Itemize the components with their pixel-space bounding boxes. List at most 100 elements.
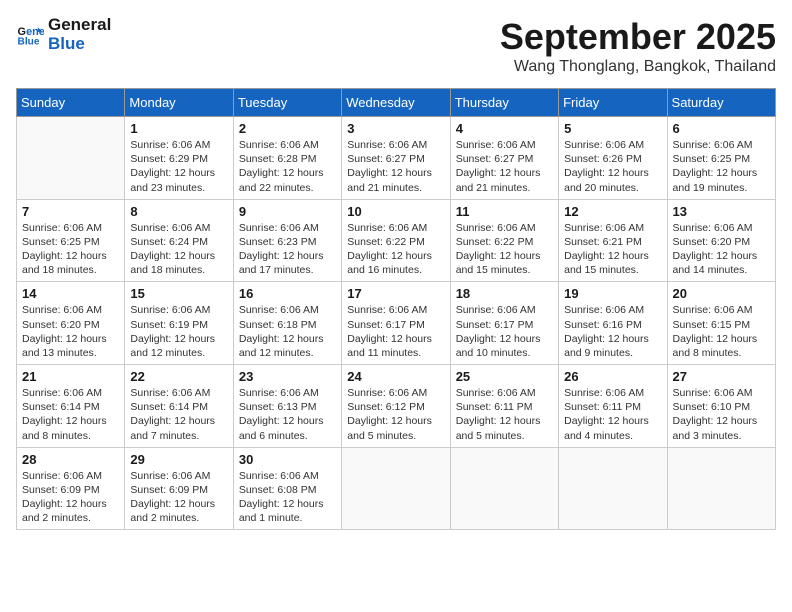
day-number: 23 — [239, 369, 336, 384]
calendar-cell: 5 Sunrise: 6:06 AM Sunset: 6:26 PM Daylig… — [559, 117, 667, 200]
day-info: Sunrise: 6:06 AM Sunset: 6:22 PM Dayligh… — [456, 221, 553, 278]
day-info: Sunrise: 6:06 AM Sunset: 6:25 PM Dayligh… — [22, 221, 119, 278]
weekday-header-tuesday: Tuesday — [233, 89, 341, 117]
day-number: 15 — [130, 286, 227, 301]
calendar-cell — [342, 447, 450, 530]
calendar-cell: 20 Sunrise: 6:06 AM Sunset: 6:15 PM Dayli… — [667, 282, 775, 365]
calendar-cell: 18 Sunrise: 6:06 AM Sunset: 6:17 PM Dayli… — [450, 282, 558, 365]
calendar-week-3: 14Sunrise: 6:06 AM Sunset: 6:20 PM Dayli… — [17, 282, 776, 365]
calendar-cell: 15 Sunrise: 6:06 AM Sunset: 6:19 PM Dayli… — [125, 282, 233, 365]
calendar-week-4: 21 Sunrise: 6:06 AM Sunset: 6:14 PM Dayli… — [17, 365, 776, 448]
calendar-cell — [559, 447, 667, 530]
weekday-header-row: SundayMondayTuesdayWednesdayThursdayFrid… — [17, 89, 776, 117]
day-number: 25 — [456, 369, 553, 384]
calendar-week-2: 7Sunrise: 6:06 AM Sunset: 6:25 PM Daylig… — [17, 199, 776, 282]
weekday-header-monday: Monday — [125, 89, 233, 117]
calendar-week-5: 28Sunrise: 6:06 AM Sunset: 6:09 PM Dayli… — [17, 447, 776, 530]
weekday-header-friday: Friday — [559, 89, 667, 117]
calendar-cell: 10 Sunrise: 6:06 AM Sunset: 6:22 PM Dayli… — [342, 199, 450, 282]
day-number: 21 — [22, 369, 119, 384]
day-info: Sunrise: 6:06 AM Sunset: 6:14 PM Dayligh… — [130, 386, 227, 443]
day-number: 6 — [673, 121, 770, 136]
calendar-cell: 25Sunrise: 6:06 AM Sunset: 6:11 PM Dayli… — [450, 365, 558, 448]
day-info: Sunrise: 6:06 AM Sunset: 6:11 PM Dayligh… — [564, 386, 661, 443]
day-info: Sunrise: 6:06 AM Sunset: 6:18 PM Dayligh… — [239, 303, 336, 360]
day-info: Sunrise: 6:06 AM Sunset: 6:12 PM Dayligh… — [347, 386, 444, 443]
day-info: Sunrise: 6:06 AM Sunset: 6:17 PM Dayligh… — [456, 303, 553, 360]
day-number: 10 — [347, 204, 444, 219]
day-number: 27 — [673, 369, 770, 384]
day-info: Sunrise: 6:06 AM Sunset: 6:20 PM Dayligh… — [22, 303, 119, 360]
weekday-header-sunday: Sunday — [17, 89, 125, 117]
calendar-cell: 29 Sunrise: 6:06 AM Sunset: 6:09 PM Dayli… — [125, 447, 233, 530]
calendar-cell: 24 Sunrise: 6:06 AM Sunset: 6:12 PM Dayli… — [342, 365, 450, 448]
day-number: 26 — [564, 369, 661, 384]
calendar-cell: 12Sunrise: 6:06 AM Sunset: 6:21 PM Dayli… — [559, 199, 667, 282]
day-number: 17 — [347, 286, 444, 301]
day-number: 30 — [239, 452, 336, 467]
calendar-cell: 6 Sunrise: 6:06 AM Sunset: 6:25 PM Daylig… — [667, 117, 775, 200]
day-info: Sunrise: 6:06 AM Sunset: 6:27 PM Dayligh… — [347, 138, 444, 195]
day-number: 11 — [456, 204, 553, 219]
day-info: Sunrise: 6:06 AM Sunset: 6:15 PM Dayligh… — [673, 303, 770, 360]
day-number: 24 — [347, 369, 444, 384]
day-info: Sunrise: 6:06 AM Sunset: 6:09 PM Dayligh… — [130, 469, 227, 526]
calendar-cell: 14Sunrise: 6:06 AM Sunset: 6:20 PM Dayli… — [17, 282, 125, 365]
logo-general: General — [48, 16, 111, 35]
logo-blue: Blue — [48, 35, 111, 54]
day-number: 20 — [673, 286, 770, 301]
day-info: Sunrise: 6:06 AM Sunset: 6:10 PM Dayligh… — [673, 386, 770, 443]
day-number: 13 — [673, 204, 770, 219]
day-info: Sunrise: 6:06 AM Sunset: 6:19 PM Dayligh… — [130, 303, 227, 360]
month-title: September 2025 — [500, 16, 776, 58]
calendar-cell: 8 Sunrise: 6:06 AM Sunset: 6:24 PM Daylig… — [125, 199, 233, 282]
day-info: Sunrise: 6:06 AM Sunset: 6:29 PM Dayligh… — [130, 138, 227, 195]
day-info: Sunrise: 6:06 AM Sunset: 6:16 PM Dayligh… — [564, 303, 661, 360]
day-info: Sunrise: 6:06 AM Sunset: 6:26 PM Dayligh… — [564, 138, 661, 195]
day-number: 1 — [130, 121, 227, 136]
page-header: G eneral Blue General Blue September 202… — [16, 16, 776, 76]
day-info: Sunrise: 6:06 AM Sunset: 6:08 PM Dayligh… — [239, 469, 336, 526]
calendar-table: SundayMondayTuesdayWednesdayThursdayFrid… — [16, 88, 776, 530]
day-info: Sunrise: 6:06 AM Sunset: 6:28 PM Dayligh… — [239, 138, 336, 195]
calendar-cell: 27 Sunrise: 6:06 AM Sunset: 6:10 PM Dayli… — [667, 365, 775, 448]
calendar-cell: 16 Sunrise: 6:06 AM Sunset: 6:18 PM Dayli… — [233, 282, 341, 365]
calendar-cell: 22 Sunrise: 6:06 AM Sunset: 6:14 PM Dayli… — [125, 365, 233, 448]
weekday-header-wednesday: Wednesday — [342, 89, 450, 117]
day-info: Sunrise: 6:06 AM Sunset: 6:25 PM Dayligh… — [673, 138, 770, 195]
day-number: 2 — [239, 121, 336, 136]
day-number: 18 — [456, 286, 553, 301]
day-info: Sunrise: 6:06 AM Sunset: 6:14 PM Dayligh… — [22, 386, 119, 443]
calendar-cell — [667, 447, 775, 530]
calendar-cell: 19Sunrise: 6:06 AM Sunset: 6:16 PM Dayli… — [559, 282, 667, 365]
weekday-header-thursday: Thursday — [450, 89, 558, 117]
day-info: Sunrise: 6:06 AM Sunset: 6:27 PM Dayligh… — [456, 138, 553, 195]
day-info: Sunrise: 6:06 AM Sunset: 6:22 PM Dayligh… — [347, 221, 444, 278]
calendar-cell — [450, 447, 558, 530]
svg-text:Blue: Blue — [18, 36, 40, 47]
logo: G eneral Blue General Blue — [16, 16, 111, 53]
day-info: Sunrise: 6:06 AM Sunset: 6:09 PM Dayligh… — [22, 469, 119, 526]
calendar-cell: 11 Sunrise: 6:06 AM Sunset: 6:22 PM Dayli… — [450, 199, 558, 282]
day-number: 16 — [239, 286, 336, 301]
day-info: Sunrise: 6:06 AM Sunset: 6:24 PM Dayligh… — [130, 221, 227, 278]
day-number: 8 — [130, 204, 227, 219]
calendar-cell: 17 Sunrise: 6:06 AM Sunset: 6:17 PM Dayli… — [342, 282, 450, 365]
title-block: September 2025 Wang Thonglang, Bangkok, … — [500, 16, 776, 76]
day-info: Sunrise: 6:06 AM Sunset: 6:23 PM Dayligh… — [239, 221, 336, 278]
calendar-cell: 30 Sunrise: 6:06 AM Sunset: 6:08 PM Dayli… — [233, 447, 341, 530]
calendar-cell: 1 Sunrise: 6:06 AM Sunset: 6:29 PM Daylig… — [125, 117, 233, 200]
calendar-cell: 23 Sunrise: 6:06 AM Sunset: 6:13 PM Dayli… — [233, 365, 341, 448]
calendar-cell: 3 Sunrise: 6:06 AM Sunset: 6:27 PM Daylig… — [342, 117, 450, 200]
day-number: 9 — [239, 204, 336, 219]
day-number: 5 — [564, 121, 661, 136]
day-number: 29 — [130, 452, 227, 467]
logo-icon: G eneral Blue — [16, 21, 44, 49]
day-info: Sunrise: 6:06 AM Sunset: 6:17 PM Dayligh… — [347, 303, 444, 360]
calendar-cell: 13Sunrise: 6:06 AM Sunset: 6:20 PM Dayli… — [667, 199, 775, 282]
day-info: Sunrise: 6:06 AM Sunset: 6:13 PM Dayligh… — [239, 386, 336, 443]
calendar-week-1: 1 Sunrise: 6:06 AM Sunset: 6:29 PM Daylig… — [17, 117, 776, 200]
location: Wang Thonglang, Bangkok, Thailand — [500, 58, 776, 76]
day-number: 3 — [347, 121, 444, 136]
day-number: 22 — [130, 369, 227, 384]
